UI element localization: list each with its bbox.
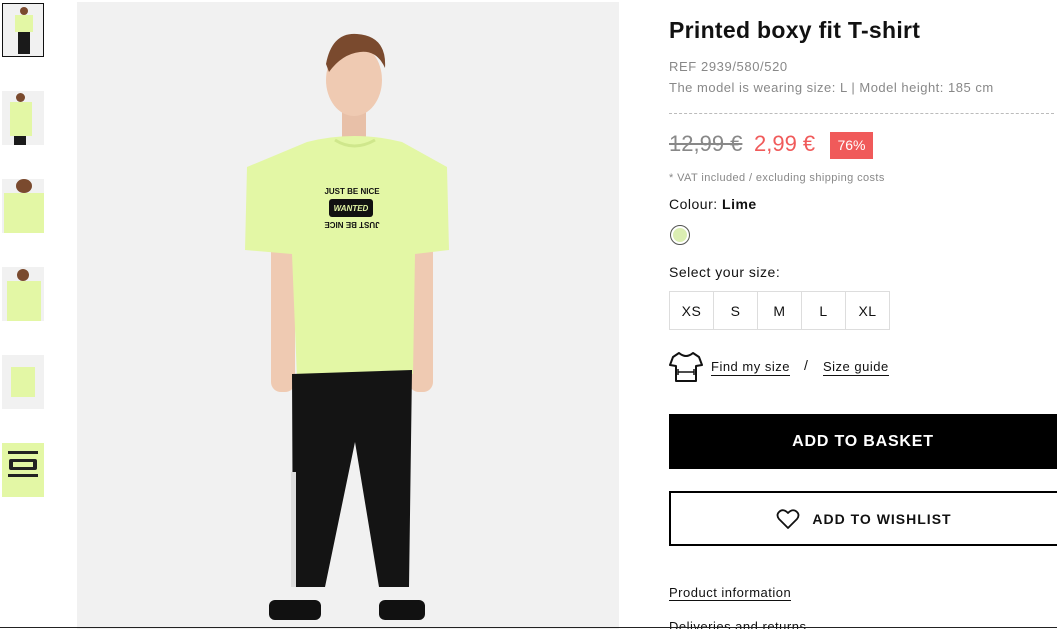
- product-title: Printed boxy fit T-shirt: [669, 17, 921, 43]
- thumbnail-4[interactable]: [2, 267, 44, 321]
- size-option-m[interactable]: M: [757, 291, 802, 330]
- bottom-border: [0, 627, 1057, 628]
- discount-badge: 76%: [830, 132, 873, 159]
- size-help-row: Find my size / Size guide: [669, 351, 969, 383]
- old-price: 12,99 €: [669, 131, 743, 156]
- main-product-image[interactable]: JUST BE NICE WANTED JUST BE NICE: [77, 2, 619, 629]
- size-option-s[interactable]: S: [713, 291, 758, 330]
- vat-note: * VAT included / excluding shipping cost…: [669, 172, 885, 184]
- thumbnail-5[interactable]: [2, 355, 44, 409]
- divider: [669, 113, 1054, 114]
- add-to-wishlist-label: ADD TO WISHLIST: [812, 510, 952, 527]
- size-selector: XS S M L XL: [669, 291, 890, 330]
- colour-label-text: Colour:: [669, 196, 718, 212]
- model-illustration: JUST BE NICE WANTED JUST BE NICE: [245, 33, 449, 620]
- add-to-wishlist-button[interactable]: ADD TO WISHLIST: [669, 491, 1057, 546]
- select-size-label: Select your size:: [669, 264, 781, 280]
- shirt-print-logo: WANTED: [334, 204, 369, 213]
- thumbnail-2[interactable]: [2, 91, 44, 145]
- add-to-basket-button[interactable]: ADD TO BASKET: [669, 414, 1057, 469]
- thumbnail-3[interactable]: [2, 179, 44, 233]
- heart-icon: [777, 508, 800, 529]
- shirt-print-line1: JUST BE NICE: [324, 187, 380, 196]
- size-option-xs[interactable]: XS: [669, 291, 714, 330]
- print-detail-graphic: [8, 451, 38, 477]
- product-information-link[interactable]: Product information: [669, 585, 792, 601]
- size-option-l[interactable]: L: [801, 291, 846, 330]
- find-my-size-link[interactable]: Find my size: [711, 359, 790, 376]
- tshirt-ruler-icon: [669, 352, 703, 382]
- add-to-basket-label: ADD TO BASKET: [792, 432, 934, 450]
- thumbnail-1[interactable]: [2, 3, 44, 57]
- shirt-print-line2: JUST BE NICE: [324, 220, 380, 229]
- size-option-xl[interactable]: XL: [845, 291, 890, 330]
- thumbnail-6[interactable]: [2, 443, 44, 497]
- link-separator: /: [804, 357, 808, 373]
- sale-price: 2,99 €: [754, 131, 816, 156]
- size-guide-link[interactable]: Size guide: [823, 359, 889, 376]
- colour-swatch-lime[interactable]: [670, 225, 690, 245]
- product-ref: REF 2939/580/520: [669, 59, 788, 74]
- colour-value: Lime: [722, 196, 757, 212]
- colour-label: Colour: Lime: [669, 196, 757, 212]
- model-info: The model is wearing size: L | Model hei…: [669, 80, 994, 95]
